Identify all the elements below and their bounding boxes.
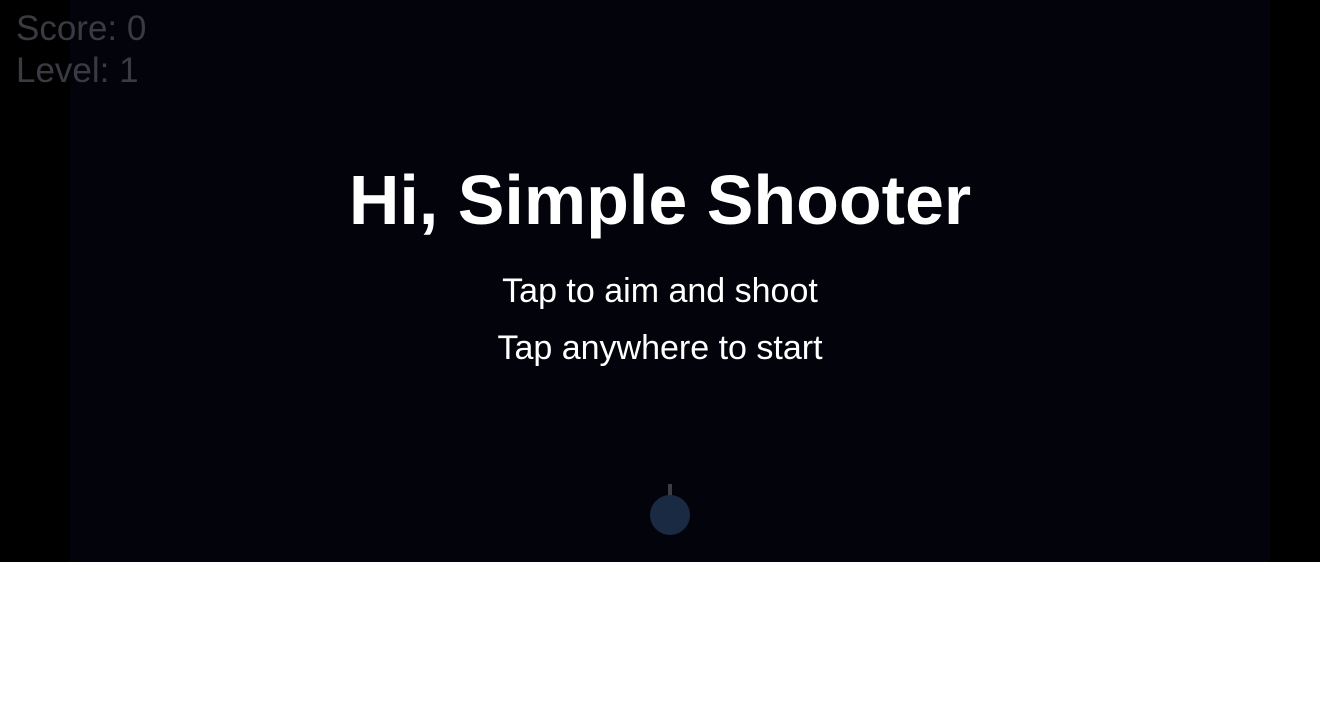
instruction-text: Tap to aim and shoot — [502, 272, 818, 310]
game-canvas[interactable]: Score: 0 Level: 1 Hi, Simple Shooter Tap… — [0, 0, 1320, 562]
game-title: Hi, Simple Shooter — [348, 161, 972, 239]
level-display: Level: 1 — [16, 51, 139, 90]
cannon-turret-icon — [650, 484, 690, 535]
start-prompt[interactable]: Tap anywhere to start — [0, 328, 1320, 368]
score-display: Score: 0 — [16, 9, 147, 48]
turret-base — [650, 495, 690, 535]
hud: Score: 0 Level: 1 — [16, 8, 146, 92]
